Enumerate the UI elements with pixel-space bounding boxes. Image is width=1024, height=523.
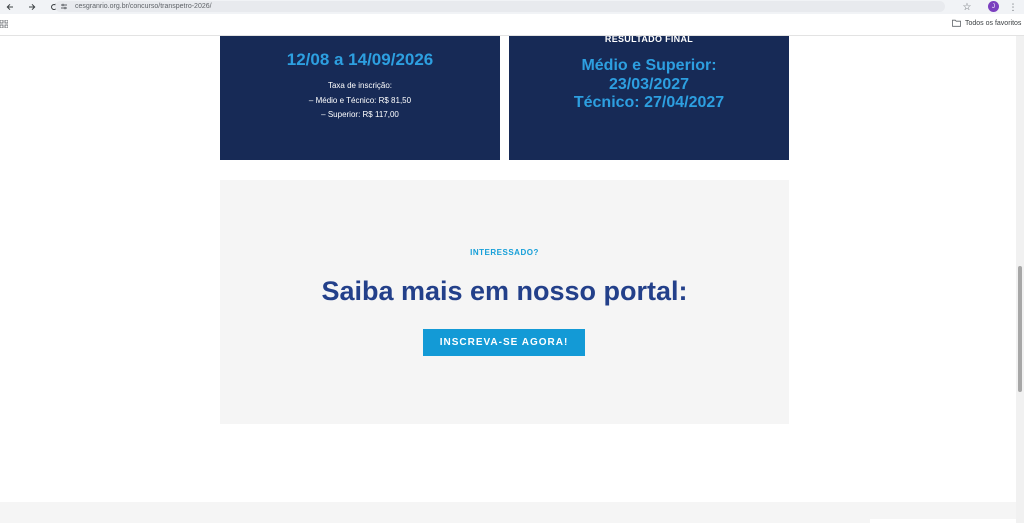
fee-medio-tecnico: – Médio e Técnico: R$ 81,50 (308, 95, 412, 105)
result-line-1: Médio e Superior: (581, 57, 717, 74)
register-now-button[interactable]: INSCREVA-SE AGORA! (423, 329, 585, 356)
all-bookmarks-folder[interactable]: Todos os favoritos (952, 19, 1021, 27)
url-text[interactable]: cesgranrio.org.br/concurso/transpetro-20… (75, 3, 212, 10)
arrow-right-icon (29, 3, 36, 11)
result-line-2: 23/03/2027 (608, 75, 690, 93)
all-bookmarks-label: Todos os favoritos (965, 19, 1022, 27)
bookmark-star-icon[interactable]: ☆ (961, 0, 973, 14)
cta-title: Saiba mais em nosso portal: (321, 276, 688, 306)
registration-card: 12/08 a 14/09/2026 Taxa de inscrição: – … (220, 36, 500, 160)
final-result-card: RESULTADO FINAL Médio e Superior: 23/03/… (509, 36, 789, 160)
apps-grid-icon[interactable] (0, 20, 8, 28)
final-result-heading: RESULTADO FINAL (604, 36, 694, 44)
forward-button[interactable] (26, 1, 38, 13)
more-menu-icon[interactable]: ⋮ (1008, 0, 1018, 14)
final-result-dates: Médio e Superior: 23/03/2027 Técnico: 27… (509, 57, 789, 113)
fee-title: Taxa de inscrição: (327, 81, 393, 90)
scrollbar-thumb[interactable] (1018, 266, 1022, 392)
portal-cta-section: INTERESSADO? Saiba mais em nosso portal:… (220, 180, 789, 424)
cta-kicker: INTERESSADO? (470, 248, 539, 257)
profile-avatar[interactable]: J (988, 1, 999, 12)
site-info-icon[interactable] (59, 2, 69, 12)
arrow-left-icon (6, 3, 13, 11)
footer-strip (0, 502, 1016, 523)
page-scrollbar[interactable] (1016, 36, 1024, 523)
bookmarks-bar: Todos os favoritos (0, 14, 1024, 36)
fee-superior: – Superior: R$ 117,00 (321, 110, 399, 119)
back-button[interactable] (4, 1, 16, 13)
fee-info: Taxa de inscrição: – Médio e Técnico: R$… (220, 79, 500, 123)
address-bar[interactable]: cesgranrio.org.br/concurso/transpetro-20… (55, 1, 945, 12)
result-line-3: Técnico: 27/04/2027 (573, 94, 725, 111)
folder-icon (952, 19, 961, 27)
footer-white-block (870, 519, 1016, 523)
browser-toolbar: cesgranrio.org.br/concurso/transpetro-20… (0, 0, 1024, 14)
registration-dates: 12/08 a 14/09/2026 (286, 50, 434, 69)
page-content: 12/08 a 14/09/2026 Taxa de inscrição: – … (0, 36, 1016, 523)
